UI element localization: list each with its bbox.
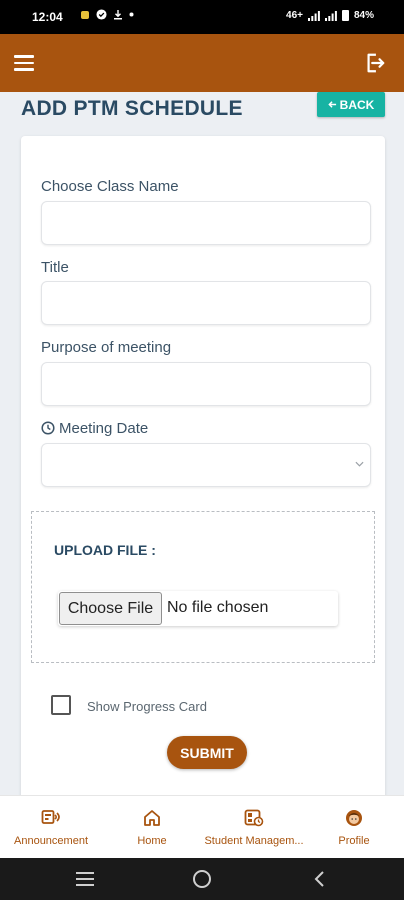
chevron-down-icon (355, 461, 364, 467)
app-bar (0, 34, 404, 92)
nav-label-announcement: Announcement (14, 835, 88, 847)
status-bar: 12:04 46+ 84% (0, 0, 404, 34)
signal-icon (307, 10, 320, 21)
upload-label: UPLOAD FILE : (54, 542, 156, 558)
nav-item-student-management[interactable]: Student Managem... (198, 796, 310, 859)
meeting-date-label: Meeting Date (59, 420, 149, 437)
battery-icon (341, 10, 349, 21)
submit-button[interactable]: SUBMIT (167, 736, 247, 769)
class-name-label: Choose Class Name (41, 178, 179, 195)
signal-icon-2 (324, 10, 337, 21)
profile-icon (346, 810, 362, 826)
file-picker[interactable]: Choose File No file chosen (58, 591, 338, 626)
back-label: BACK (339, 97, 375, 112)
arrow-left-icon (327, 101, 336, 108)
check-circle-icon (96, 9, 107, 20)
nav-item-home[interactable]: Home (122, 796, 182, 859)
back-button[interactable]: BACK (317, 92, 385, 117)
nav-item-profile[interactable]: Profile (329, 796, 379, 859)
purpose-label: Purpose of meeting (41, 339, 172, 356)
page-title: ADD PTM SCHEDULE (21, 97, 243, 120)
no-file-chosen-text: No file chosen (167, 599, 269, 616)
bottom-nav: Announcement Home Student Managem... Pro… (0, 795, 404, 858)
download-icon (114, 10, 122, 20)
battery-level: 84% (353, 10, 374, 21)
logout-icon[interactable] (364, 52, 386, 74)
title-input[interactable] (41, 281, 371, 325)
title-label: Title (41, 259, 69, 276)
announcement-icon (41, 810, 60, 824)
system-nav-bar (0, 858, 404, 900)
purpose-input[interactable] (41, 362, 371, 406)
show-progress-card-checkbox[interactable] (51, 695, 71, 715)
meeting-date-select[interactable] (41, 443, 371, 487)
network-type: 46+ (286, 10, 303, 21)
form-card: Choose Class Name Title Purpose of meeti… (21, 136, 385, 800)
student-management-icon (244, 809, 264, 827)
status-time: 12:04 (32, 10, 63, 24)
status-right: 46+ 84% (286, 10, 374, 21)
recents-icon[interactable] (76, 872, 94, 886)
home-circle-icon[interactable] (193, 870, 211, 888)
home-icon (144, 810, 160, 826)
nav-label-home: Home (137, 835, 167, 847)
clock-icon (41, 421, 55, 435)
notification-app-icon (81, 10, 89, 19)
choose-file-button[interactable]: Choose File (59, 592, 162, 625)
nav-label-profile: Profile (338, 835, 370, 847)
back-chevron-icon[interactable] (313, 870, 325, 888)
class-name-input[interactable] (41, 201, 371, 245)
notification-icons (80, 9, 134, 20)
hamburger-menu-icon[interactable] (14, 55, 34, 71)
upload-area: UPLOAD FILE : Choose File No file chosen (31, 511, 375, 663)
show-progress-card-label: Show Progress Card (87, 699, 207, 714)
nav-label-student-management: Student Managem... (204, 835, 304, 847)
meeting-date-label-row: Meeting Date (41, 420, 148, 437)
dot-icon (129, 12, 134, 17)
nav-item-announcement[interactable]: Announcement (6, 796, 96, 859)
